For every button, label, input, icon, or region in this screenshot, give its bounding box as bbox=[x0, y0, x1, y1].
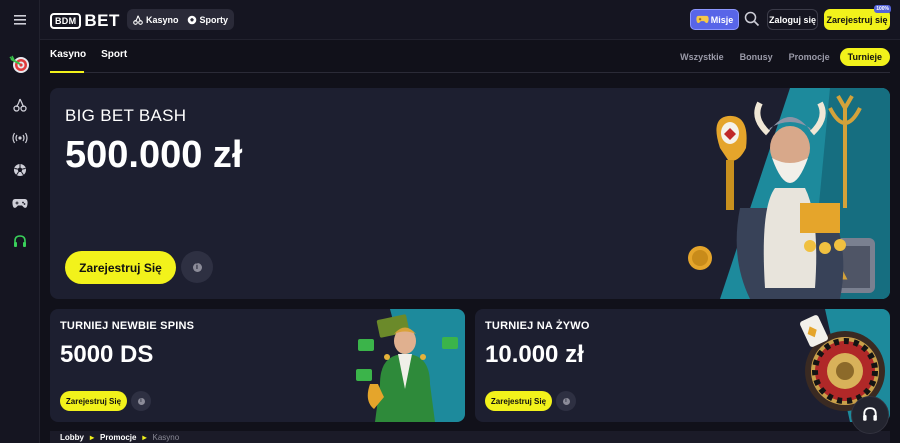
info-icon: i bbox=[137, 397, 145, 405]
card-subtitle: TURNIEJ NEWBIE SPINS bbox=[60, 320, 195, 332]
search-icon[interactable] bbox=[744, 11, 760, 32]
hero-subtitle: BIG BET BASH bbox=[65, 106, 187, 125]
section-tabs: Kasyno Sport bbox=[50, 49, 142, 65]
promo-filters: Wszystkie Bonusy Promocje Turnieje bbox=[664, 48, 890, 66]
gamepad-icon[interactable] bbox=[8, 192, 32, 214]
card-info-button[interactable]: i bbox=[131, 391, 151, 411]
missions-button[interactable]: Misje bbox=[690, 9, 739, 30]
breadcrumb-lobby[interactable]: Lobby bbox=[60, 433, 84, 442]
mode-kasyno[interactable]: Kasyno bbox=[133, 15, 179, 25]
hero-title: 500.000 zł bbox=[65, 134, 243, 176]
register-button[interactable]: Zarejestruj się 100% bbox=[824, 5, 891, 30]
tab-sport[interactable]: Sport bbox=[101, 49, 127, 65]
chevron-right-icon: ▸ bbox=[90, 432, 95, 442]
filter-wszystkie[interactable]: Wszystkie bbox=[680, 52, 724, 62]
mode-kasyno-label: Kasyno bbox=[146, 14, 179, 25]
logo[interactable]: BDM BET bbox=[50, 11, 120, 31]
live-signal-icon[interactable] bbox=[8, 127, 32, 149]
filter-turnieje[interactable]: Turnieje bbox=[839, 48, 890, 66]
headset-icon[interactable] bbox=[8, 231, 32, 253]
headset-icon bbox=[863, 407, 877, 421]
viking-king-illustration bbox=[688, 88, 890, 299]
card-title: 10.000 zł bbox=[485, 341, 584, 368]
card-subtitle: TURNIEJ NA ŻYWO bbox=[485, 320, 590, 332]
breadcrumb: Lobby ▸ Promocje ▸ Kasyno bbox=[50, 431, 890, 443]
register-label: Zarejestruj się bbox=[826, 14, 888, 25]
tournament-card-live[interactable]: TURNIEJ NA ŻYWO 10.000 zł Zarejestruj Si… bbox=[475, 309, 890, 422]
login-button[interactable]: Zaloguj się bbox=[767, 9, 818, 30]
chevron-right-icon: ▸ bbox=[142, 432, 147, 442]
filter-bonusy[interactable]: Bonusy bbox=[740, 52, 773, 62]
soccer-ball-icon[interactable] bbox=[8, 159, 32, 181]
darts-icon[interactable] bbox=[8, 53, 32, 75]
hero-info-button[interactable]: i bbox=[181, 251, 213, 283]
mode-sporty-label: Sporty bbox=[199, 14, 229, 25]
mode-sporty[interactable]: Sporty bbox=[187, 14, 229, 25]
card-register-button[interactable]: Zarejestruj Się bbox=[60, 391, 127, 411]
breadcrumb-kasyno: Kasyno bbox=[152, 432, 180, 442]
hero-banner[interactable]: BIG BET BASH 500.000 zł Zarejestruj Się … bbox=[50, 88, 890, 299]
cherry-icon bbox=[133, 14, 143, 25]
active-tab-indicator bbox=[50, 71, 84, 73]
logo-box: BDM bbox=[50, 13, 82, 29]
support-chat-button[interactable] bbox=[851, 396, 889, 434]
menu-icon[interactable] bbox=[8, 9, 32, 31]
filter-promocje[interactable]: Promocje bbox=[789, 52, 830, 62]
top-bar: BDM BET Kasyno Sporty Misje Zaloguj się … bbox=[40, 0, 900, 40]
info-icon: i bbox=[192, 262, 202, 272]
hero-register-button[interactable]: Zarejestruj Się bbox=[65, 251, 176, 284]
general-illustration bbox=[356, 309, 465, 422]
tournament-card-newbie[interactable]: TURNIEJ NEWBIE SPINS 5000 DS Zarejestruj… bbox=[50, 309, 465, 422]
logo-text: BET bbox=[84, 11, 120, 30]
info-icon: i bbox=[562, 397, 570, 405]
card-title: 5000 DS bbox=[60, 341, 154, 368]
cherry-icon[interactable] bbox=[8, 94, 32, 116]
sidebar bbox=[0, 0, 40, 443]
mode-switcher: Kasyno Sporty bbox=[127, 9, 235, 30]
missions-label: Misje bbox=[710, 14, 734, 25]
tabs-divider bbox=[50, 72, 890, 73]
breadcrumb-promocje[interactable]: Promocje bbox=[100, 433, 136, 442]
gamepad-icon bbox=[696, 15, 709, 24]
tab-kasyno[interactable]: Kasyno bbox=[50, 49, 86, 65]
card-register-button[interactable]: Zarejestruj Się bbox=[485, 391, 552, 411]
card-info-button[interactable]: i bbox=[556, 391, 576, 411]
soccer-ball-icon bbox=[187, 15, 196, 24]
bonus-badge: 100% bbox=[874, 5, 891, 13]
